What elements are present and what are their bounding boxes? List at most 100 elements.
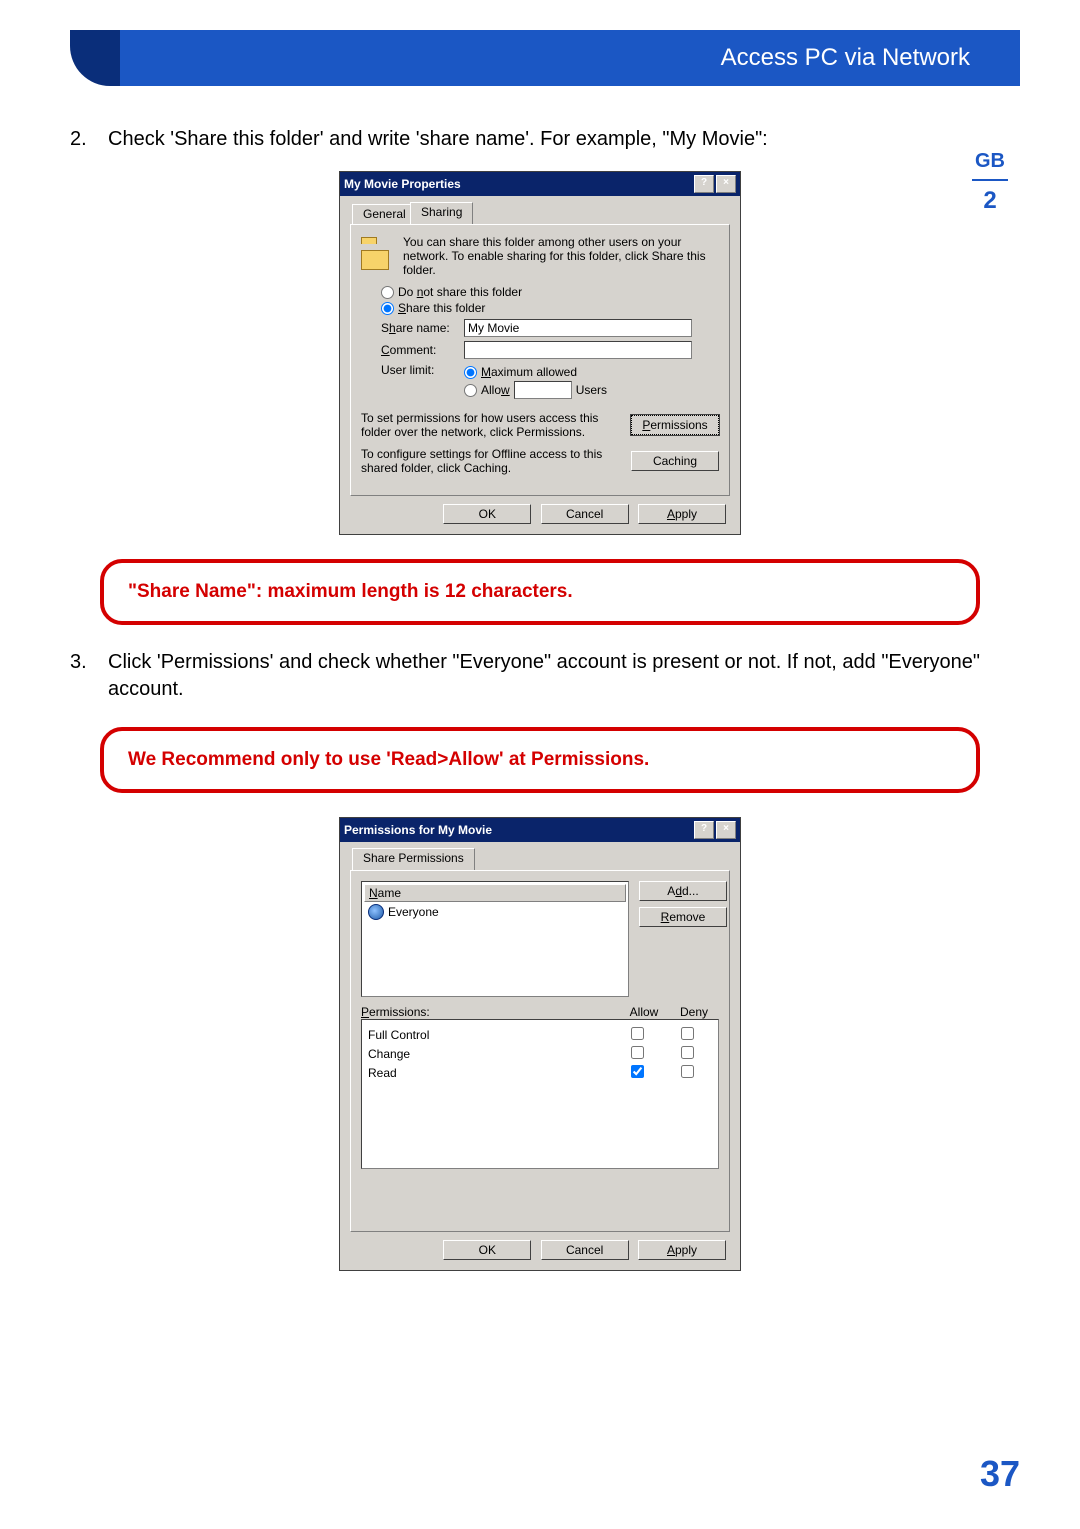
label-sharename: Share name: — [381, 321, 456, 335]
step-2-text: Check 'Share this folder' and write 'sha… — [108, 126, 768, 153]
step-2-number: 2. — [70, 126, 94, 153]
table-row: Read — [368, 1065, 712, 1081]
row-comment: Comment: — [381, 341, 719, 359]
properties-tabs: General Sharing — [350, 202, 730, 224]
perm-fullcontrol-deny[interactable] — [681, 1027, 694, 1040]
add-button[interactable]: Add... — [639, 881, 727, 901]
help-icon[interactable]: ? — [694, 821, 714, 839]
table-row: Full Control — [368, 1027, 712, 1043]
close-icon[interactable]: × — [716, 821, 736, 839]
radio-max-input[interactable] — [464, 366, 477, 379]
permissions-text: To set permissions for how users access … — [361, 411, 621, 439]
manual-page: Access PC via Network GB 2 2. Check 'Sha… — [0, 0, 1080, 1529]
permissions-header-row: Permissions: Allow Deny — [361, 1005, 719, 1019]
remove-button[interactable]: Remove — [639, 907, 727, 927]
col-allow: Allow — [619, 1005, 669, 1019]
row-caching: To configure settings for Offline access… — [361, 447, 719, 475]
row-userlimit: User limit: Maximum allowed Allow Users — [381, 363, 719, 401]
sharing-intro-text: You can share this folder among other us… — [403, 235, 719, 277]
close-icon[interactable]: × — [716, 175, 736, 193]
sharing-panel: You can share this folder among other us… — [350, 224, 730, 496]
tab-sharing[interactable]: Sharing — [410, 202, 473, 224]
radio-share-label: Share this folder — [398, 301, 485, 315]
callout-sharename-length-text: "Share Name": maximum length is 12 chara… — [128, 581, 573, 602]
side-tab-divider — [972, 179, 1008, 181]
ok-button[interactable]: OK — [443, 1240, 531, 1260]
list-item[interactable]: Everyone — [364, 902, 626, 922]
permissions-grid: Permissions: Allow Deny Full Control Cha… — [361, 1005, 719, 1169]
step-3-number: 3. — [70, 649, 94, 703]
radio-allow-n-label: Allow — [481, 383, 510, 397]
perm-change-deny[interactable] — [681, 1046, 694, 1059]
share-permissions-panel: Name Everyone Add... Remove — [350, 870, 730, 1232]
name-listbox[interactable]: Name Everyone — [361, 881, 629, 997]
permissions-button[interactable]: Permissions — [631, 415, 719, 435]
step-3: 3. Click 'Permissions' and check whether… — [70, 649, 980, 703]
radio-allow-n-input[interactable] — [464, 384, 477, 397]
cancel-button[interactable]: Cancel — [541, 504, 629, 524]
properties-dialog-title: My Movie Properties — [344, 177, 692, 191]
name-list-block: Name Everyone Add... Remove — [361, 881, 719, 997]
header-bar: Access PC via Network — [120, 30, 1020, 86]
input-allow-n[interactable] — [514, 381, 572, 399]
callout-read-allow: We Recommend only to use 'Read>Allow' at… — [100, 727, 980, 793]
permissions-list: Full Control Change Read — [361, 1019, 719, 1169]
ok-button[interactable]: OK — [443, 504, 531, 524]
side-tab-lang: GB — [960, 150, 1020, 173]
radio-share-input[interactable] — [381, 302, 394, 315]
col-deny: Deny — [669, 1005, 719, 1019]
folder-icon — [361, 235, 393, 267]
perm-name: Full Control — [368, 1028, 612, 1042]
input-comment[interactable] — [464, 341, 692, 359]
everyone-icon — [368, 904, 384, 920]
label-users: Users — [576, 383, 607, 397]
callout-read-allow-text: We Recommend only to use 'Read>Allow' at… — [128, 749, 649, 770]
label-comment: Comment: — [381, 343, 456, 357]
header-title: Access PC via Network — [721, 44, 970, 72]
page-number: 37 — [980, 1453, 1020, 1495]
properties-dialog-titlebar: My Movie Properties ? × — [340, 172, 740, 196]
properties-button-row: OK Cancel Apply — [350, 496, 730, 524]
item-everyone: Everyone — [388, 905, 439, 919]
step-2: 2. Check 'Share this folder' and write '… — [70, 126, 980, 153]
apply-button[interactable]: Apply — [638, 1240, 726, 1260]
step-3-text: Click 'Permissions' and check whether "E… — [108, 649, 980, 703]
row-permissions: To set permissions for how users access … — [361, 411, 719, 439]
callout-sharename-length: "Share Name": maximum length is 12 chara… — [100, 559, 980, 625]
radio-max-label: Maximum allowed — [481, 365, 577, 379]
permissions-tabs: Share Permissions — [350, 848, 730, 870]
radio-no-share-label: Do not share this folder — [398, 285, 522, 299]
side-tab: GB 2 — [960, 150, 1020, 215]
permissions-dialog-body: Share Permissions Name Everyone — [340, 842, 740, 1270]
radio-no-share-input[interactable] — [381, 286, 394, 299]
help-icon[interactable]: ? — [694, 175, 714, 193]
permissions-button-row: OK Cancel Apply — [350, 1232, 730, 1260]
perm-read-allow[interactable] — [631, 1065, 644, 1078]
sharing-intro-row: You can share this folder among other us… — [361, 235, 719, 277]
perm-name: Change — [368, 1047, 612, 1061]
header-band: Access PC via Network — [70, 30, 1020, 86]
side-tab-chapter: 2 — [960, 187, 1020, 215]
input-sharename[interactable] — [464, 319, 692, 337]
tab-share-permissions[interactable]: Share Permissions — [352, 848, 475, 870]
properties-dialog-body: General Sharing You can share this folde… — [340, 196, 740, 534]
radio-no-share[interactable]: Do not share this folder — [381, 285, 719, 299]
apply-button[interactable]: Apply — [638, 504, 726, 524]
radio-allow-n[interactable]: Allow Users — [464, 381, 719, 399]
radio-share[interactable]: Share this folder — [381, 301, 719, 315]
perm-change-allow[interactable] — [631, 1046, 644, 1059]
caching-text: To configure settings for Offline access… — [361, 447, 621, 475]
properties-dialog: My Movie Properties ? × General Sharing … — [339, 171, 741, 535]
cancel-button[interactable]: Cancel — [541, 1240, 629, 1260]
permissions-dialog-title: Permissions for My Movie — [344, 823, 692, 837]
permissions-dialog: Permissions for My Movie ? × Share Permi… — [339, 817, 741, 1271]
perm-name: Read — [368, 1066, 612, 1080]
tab-general[interactable]: General — [352, 204, 417, 224]
label-userlimit: User limit: — [381, 363, 456, 377]
row-sharename: Share name: — [381, 319, 719, 337]
caching-button[interactable]: Caching — [631, 451, 719, 471]
perm-read-deny[interactable] — [681, 1065, 694, 1078]
permissions-label: Permissions: — [361, 1005, 619, 1019]
perm-fullcontrol-allow[interactable] — [631, 1027, 644, 1040]
radio-max[interactable]: Maximum allowed — [464, 365, 719, 379]
